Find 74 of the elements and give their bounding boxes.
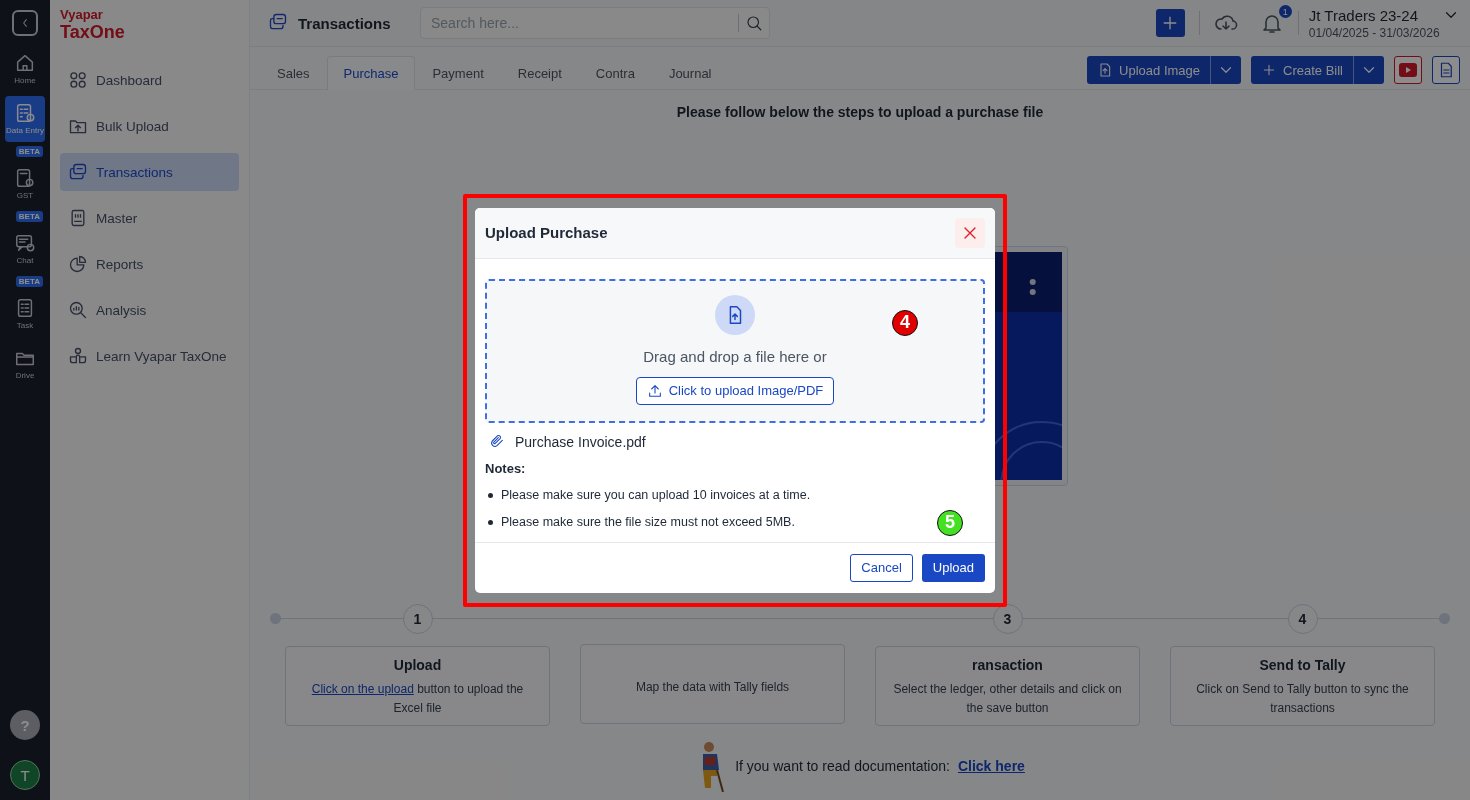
tab[interactable]: Sales (260, 56, 327, 90)
step-title: Send to Tally (1259, 657, 1346, 673)
analysis-icon (68, 300, 88, 320)
documentation-text: If you want to read documentation: (735, 758, 950, 774)
learn-icon (68, 346, 88, 366)
upload-button[interactable]: Upload (921, 553, 985, 582)
sidebar-item[interactable]: Bulk Upload (60, 107, 239, 145)
beta-badge: BETA (15, 146, 43, 157)
drop-instructions: Drag and drop a file here or (643, 347, 827, 365)
sidebar-item[interactable]: Master (60, 199, 239, 237)
search-icon (745, 14, 763, 32)
tab[interactable]: Contra (578, 56, 652, 90)
bullet-icon (488, 492, 493, 498)
financial-period: 01/04/2025 - 31/03/2026 (1308, 26, 1441, 40)
step-marker: 5 (937, 509, 963, 536)
browse-button[interactable]: Click to upload Image/PDF (635, 376, 835, 405)
note-text: Please make sure you can upload 10 invoices at a time. (501, 488, 811, 502)
grid-icon (68, 70, 88, 90)
document-gear-icon (14, 167, 36, 189)
sidebar-item[interactable]: Reports (60, 245, 239, 283)
logo-text: Vyapar (60, 7, 104, 22)
notes-title: Notes: (485, 460, 527, 476)
tab[interactable]: Purchase (326, 56, 416, 90)
step-number: 3 (992, 604, 1023, 634)
step-number: 4 (1287, 604, 1318, 634)
paperclip-icon (489, 432, 505, 449)
document-icon (14, 102, 36, 124)
cards-icon (268, 11, 288, 32)
cancel-button[interactable]: Cancel (850, 553, 913, 582)
step-title: Upload (393, 657, 442, 673)
sidebar-item[interactable]: Transactions (60, 153, 239, 191)
instructions-heading: Please follow below the steps to upload a purchase file (675, 104, 1045, 120)
tab[interactable]: Receipt (500, 56, 579, 90)
rail-item[interactable]: Data Entry (5, 96, 45, 142)
upload-icon (646, 382, 663, 399)
step-description: Select the ledger, other details and click on the save button (892, 681, 1123, 717)
page-title: Transactions (298, 14, 391, 32)
rail-item[interactable]: Home (5, 46, 45, 92)
video-button[interactable] (1394, 56, 1422, 84)
home-icon (14, 52, 36, 74)
add-button[interactable] (1155, 9, 1185, 37)
pie-chart-icon (68, 254, 88, 274)
sidebar-item[interactable]: Dashboard (60, 61, 239, 99)
upload-link[interactable]: Click on the upload (311, 682, 414, 696)
file-name: Purchase Invoice.pdf (515, 434, 646, 450)
collapse-sidebar-button[interactable] (12, 10, 38, 36)
rail-item[interactable]: Chat (5, 226, 45, 272)
step-description: Click on the upload button to upload the Excel file (310, 681, 525, 717)
notification-count: 1 (1278, 5, 1292, 18)
step-number: 1 (402, 604, 433, 634)
step-title: ransaction (972, 657, 1043, 673)
play-icon (1399, 63, 1417, 77)
cards-icon (68, 162, 88, 182)
document-button[interactable] (1432, 56, 1460, 84)
rail-item[interactable]: GST (5, 161, 45, 207)
sidebar-item[interactable]: Analysis (60, 291, 239, 329)
tab[interactable]: Payment (415, 56, 501, 90)
beta-badge: BETA (15, 211, 43, 222)
step-description: Click on Send to Tally button to sync the transactions (1195, 681, 1410, 717)
bullet-icon (488, 519, 493, 525)
logo-text: TaxOne (60, 22, 126, 43)
beta-badge: BETA (15, 276, 43, 287)
chat-clock-icon (14, 232, 36, 254)
dialog-title: Upload Purchase (485, 224, 608, 241)
rail-item[interactable]: Task (5, 291, 45, 337)
rail-item[interactable]: Drive (5, 341, 45, 387)
user-avatar[interactable]: T (10, 760, 40, 790)
documentation-link[interactable]: Click here (957, 758, 1025, 774)
company-name[interactable]: Jt Traders 23-24 (1308, 6, 1418, 24)
tab[interactable]: Journal (651, 56, 729, 90)
step-description: Map the data with Tally fields (635, 679, 790, 696)
close-button[interactable] (955, 217, 985, 248)
sidebar-item[interactable]: Learn Vyapar TaxOne (60, 337, 239, 375)
note-text: Please make sure the file size must not exceed 5MB. (501, 515, 795, 529)
